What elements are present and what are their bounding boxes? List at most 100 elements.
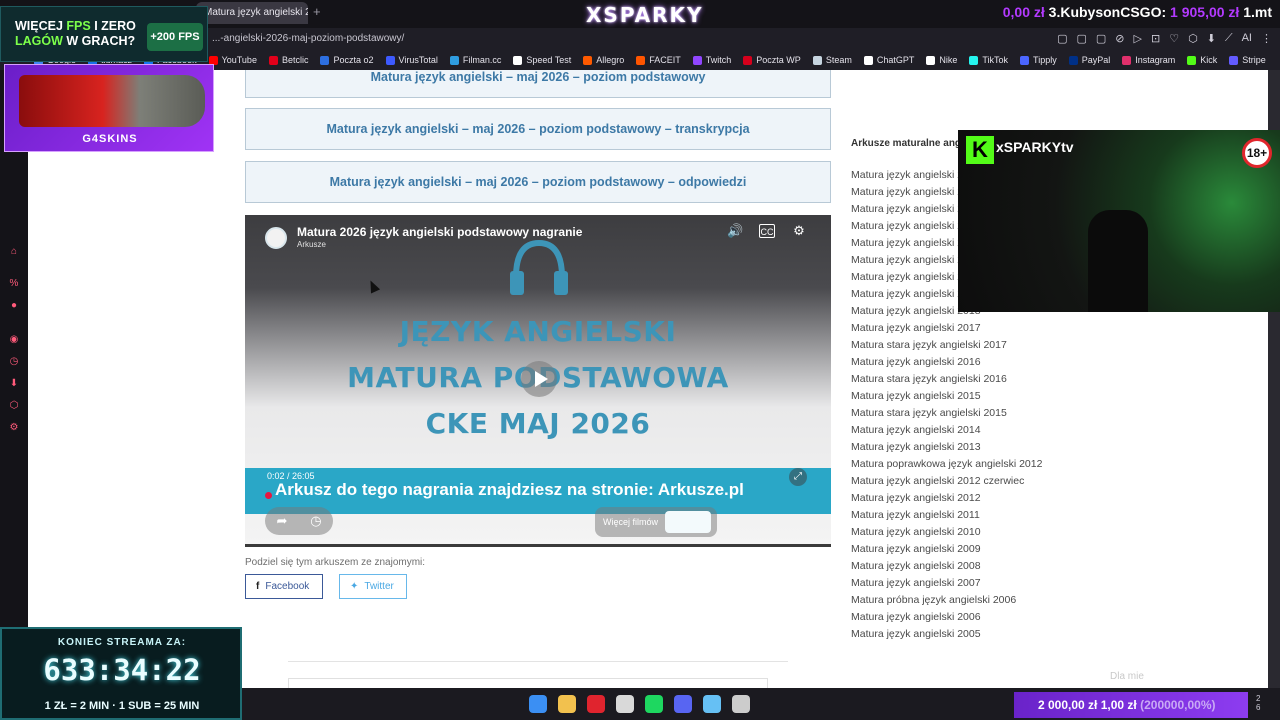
bookmark-item[interactable]: Twitch [692,55,731,65]
sidebar-link[interactable]: Matura stara język angielski 2016 [851,371,1042,388]
bookmark-item[interactable]: Kick [1187,55,1217,65]
volume-icon[interactable]: 🔊 [727,224,743,238]
rail-download-icon[interactable]: ⬇ [8,378,20,390]
bookmark-item[interactable]: PayPal [1068,55,1110,65]
share-watchlater-controls: ➦ ◷ [265,507,333,535]
taskbar-app-icon[interactable] [703,695,721,713]
sidebar-link[interactable]: Matura język angielski 2010 [851,524,1042,541]
bookmark-label: VirusTotal [398,55,438,65]
sidebar-link[interactable]: Matura język angielski 2012 czerwiec [851,473,1042,490]
bookmark-item[interactable]: Poczta WP [743,55,801,65]
fullscreen-icon[interactable]: ⤢ [789,468,807,486]
bookmark-item[interactable]: Tipply [1020,55,1057,65]
bookmark-item[interactable]: Steam [812,55,852,65]
taskbar-app-icon[interactable] [674,695,692,713]
sidebar-link[interactable]: Matura język angielski 2005 [851,626,1042,643]
progress-dot[interactable] [265,492,272,499]
sidebar-link[interactable]: Matura język angielski 2007 [851,575,1042,592]
toolbar-icon[interactable]: ▢ [1057,32,1067,45]
sidebar-link[interactable]: Matura język angielski 2011 [851,507,1042,524]
sidebar-link[interactable]: Matura język angielski 2017 [851,320,1042,337]
link-box-exam[interactable]: Matura język angielski – maj 2026 – pozi… [245,70,831,98]
toolbar-icon[interactable]: ⋮ [1261,32,1272,45]
bookmark-item[interactable]: Allegro [583,55,624,65]
promo-word: FPS [66,19,91,33]
taskbar-app-icon[interactable] [645,695,663,713]
toolbar-icon[interactable]: ⊡ [1151,32,1160,45]
toolbar-icon[interactable]: ▢ [1096,32,1106,45]
captions-icon[interactable]: CC [759,224,775,238]
timer-value: 633:34:22 [43,653,201,687]
taskbar-app-icon[interactable] [616,695,634,713]
taskbar-app-icon[interactable] [558,695,576,713]
rail-history-icon[interactable]: ◷ [8,356,20,368]
video-title[interactable]: Matura 2026 język angielski podstawowy n… [297,225,582,239]
twitter-share-button[interactable]: ✦ Twitter [339,574,407,599]
taskbar-app-icon[interactable] [587,695,605,713]
promo-banner: WIĘCEJ FPS I ZERO LAGÓW W GRACH? +200 FP… [0,6,208,62]
toolbar-icon[interactable]: ▷ [1134,32,1142,45]
sidebar-link[interactable]: Matura język angielski 2012 [851,490,1042,507]
sidebar-link[interactable]: Matura język angielski 2014 [851,422,1042,439]
bookmark-item[interactable]: Instagram [1122,55,1175,65]
promo-skin-panel: G4SKINS [4,64,214,152]
taskbar-app-icon[interactable] [529,695,547,713]
sidebar-link[interactable]: Matura język angielski 2015 [851,388,1042,405]
bookmark-item[interactable]: Speed Test [513,55,571,65]
play-button[interactable] [521,361,557,397]
toolbar-icon[interactable]: ⟋ [1225,32,1233,45]
link-box-transcript[interactable]: Matura język angielski – maj 2026 – pozi… [245,108,831,150]
toolbar-icon[interactable]: ♡ [1169,32,1179,45]
taskbar-app-icon[interactable] [732,695,750,713]
rail-extension-icon[interactable]: ⬡ [8,400,20,412]
rail-gift-icon[interactable]: ⌂ [8,246,20,258]
toolbar-icon[interactable]: ⊘ [1115,32,1124,45]
bookmark-item[interactable]: Filman.cc [449,55,501,65]
toolbar-icon[interactable]: AI [1242,32,1252,45]
video-player[interactable]: Matura 2026 język angielski podstawowy n… [245,215,831,547]
bookmark-item[interactable]: VirusTotal [385,55,438,65]
sidebar-link[interactable]: Matura poprawkowa język angielski 2012 [851,456,1042,473]
facebook-share-button[interactable]: f Facebook [245,574,323,599]
watermark-text: Dla mie [1110,671,1144,682]
sidebar-link[interactable]: Matura stara język angielski 2015 [851,405,1042,422]
bookmark-item[interactable]: TikTok [969,55,1008,65]
bookmark-item[interactable]: YouTube [208,55,257,65]
channel-avatar[interactable] [265,227,287,249]
tray-clock-line: 2 [1256,694,1261,703]
video-channel[interactable]: Arkusze [297,240,326,249]
bookmark-label: FACEIT [649,55,681,65]
share-arrow-icon[interactable]: ➦ [276,513,287,529]
bookmark-item[interactable]: Nike [926,55,957,65]
toolbar-icon[interactable]: ▢ [1076,32,1086,45]
sidebar-link[interactable]: Matura język angielski 2006 [851,609,1042,626]
sidebar-link[interactable]: Matura język angielski 2016 [851,354,1042,371]
facebook-share-label: Facebook [265,581,310,592]
sidebar-link[interactable]: Matura stara język angielski 2017 [851,337,1042,354]
twitter-share-label: Twitter [364,581,394,592]
toolbar-icon[interactable]: ⬇ [1207,32,1216,45]
bookmark-item[interactable]: Betclic [268,55,308,65]
watch-later-icon[interactable]: ◷ [310,513,321,529]
sidebar-link[interactable]: Matura próbna język angielski 2006 [851,592,1042,609]
promo-word: WIĘCEJ [15,19,63,33]
link-box-answers[interactable]: Matura język angielski – maj 2026 – pozi… [245,161,831,203]
address-url[interactable]: ...-angielski-2026-maj-poziom-podstawowy… [212,33,404,44]
bookmark-icon [268,55,278,65]
bookmark-item[interactable]: Poczta o2 [320,55,374,65]
rail-play-icon[interactable]: ◉ [8,334,20,346]
bookmark-item[interactable]: Stripe [1229,55,1266,65]
toolbar-icon[interactable]: ⬡ [1188,32,1198,45]
bookmark-item[interactable]: ChatGPT [863,55,914,65]
rail-percent-icon[interactable]: % [8,278,20,290]
bookmark-item[interactable]: FACEIT [636,55,681,65]
rail-settings-icon[interactable]: ⚙ [8,422,20,434]
sidebar-link[interactable]: Matura język angielski 2013 [851,439,1042,456]
new-tab-icon[interactable]: + [313,4,321,19]
more-videos-button[interactable]: Więcej filmów [595,507,717,537]
rail-badge-icon[interactable]: ● [8,300,20,312]
bookmark-icon [385,55,395,65]
sidebar-link[interactable]: Matura język angielski 2009 [851,541,1042,558]
sidebar-link[interactable]: Matura język angielski 2008 [851,558,1042,575]
video-settings-icon[interactable]: ⚙ [791,224,807,238]
